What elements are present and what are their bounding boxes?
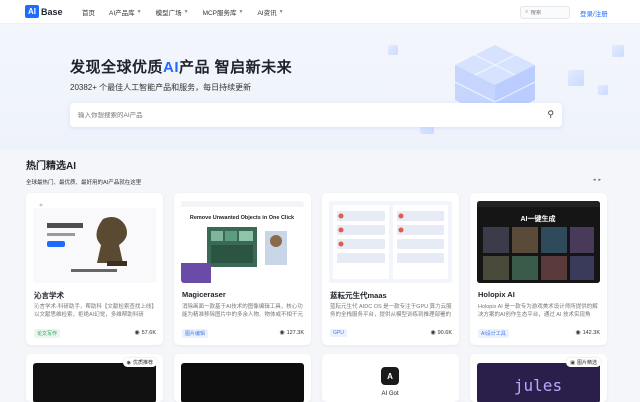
product-card[interactable]: A AI Got [322,354,459,402]
chevron-left-icon[interactable]: ◂ [593,177,596,183]
chevron-right-icon[interactable]: ▸ [599,177,602,183]
decor-cube [612,45,624,57]
thumb-title: Remove Unwanted Objects in One Click [190,215,295,221]
decor-cube [388,45,398,55]
hero-search-box: ⚲ [70,103,562,127]
card-name: Magiceraser [182,290,226,299]
nav-link-products[interactable]: AI产品库 ▼ [109,7,142,17]
svg-text:A: A [387,372,393,381]
product-card[interactable]: ◉ 优质推荐 [26,354,163,402]
thumbnail-art: jules [477,363,600,402]
eye-icon: ◉ [134,330,140,336]
card-tag[interactable]: 论文写作 [34,329,61,338]
nav-link-mcp[interactable]: MCP服务库 ▼ [203,7,244,17]
featured-badge: ▣ 图片精选 [566,358,601,367]
card-thumbnail [329,201,452,283]
image-icon: ▣ [570,359,575,366]
eye-icon: ◉ [575,330,581,336]
nav-links: 首页 AI产品库 ▼ 模型广场 ▼ MCP服务库 ▼ AI资讯 ▼ [82,0,298,24]
card-name: 蓝耘元生代maas [330,291,387,300]
card-tag[interactable]: AI设计工具 [478,329,509,338]
search-icon[interactable]: ⚲ [547,109,554,120]
section-subtitle: 全球最热门、最优质、最好用的AI产品就在这里 [26,180,142,186]
hero-title: 发现全球优质AI产品 智启新未来 [70,59,293,76]
eye-icon: ◉ [126,359,131,366]
thumb-title: jules [514,376,562,395]
card-thumbnail: jules [477,363,600,402]
thumbnail-art: A AI Got [381,367,399,397]
card-tag[interactable]: 图片编辑 [182,329,209,338]
search-icon: ⌕ [525,9,529,15]
thumbnail-art: AI一键生成 [477,201,600,283]
section-title: 热门精选AI [26,161,76,172]
card-thumbnail [181,363,304,402]
card-tag[interactable]: GPU [330,329,347,337]
card-name: 沁言学术 [34,291,64,300]
card-views: ◉ 90.6K [430,329,452,337]
product-card[interactable]: Remove Unwanted Objects in One Click Mag… [174,193,311,345]
card-thumbnail: AI一键生成 [477,201,600,283]
nav-link-news[interactable]: AI资讯 ▼ [257,7,283,17]
card-thumbnail: A AI Got [329,363,452,402]
hero: 发现全球优质AI产品 智启新未来 20382+ 个最佳人工智能产品和服务，每日持… [0,25,640,150]
card-desc: 沁言学术-科研助手，帮助科【文献检索查找上线】以文献思维检索，拒绝AI幻觉，多维… [34,304,155,318]
thumbnail-art [329,201,452,283]
product-card[interactable]: AI一键生成 Holopix AI Holopix AI 是一款专为游戏美术设计… [470,193,607,345]
logo[interactable]: AI Base [25,5,63,18]
logo-text: Base [41,6,63,17]
chevron-down-icon: ▼ [136,9,142,15]
card-views: ◉ 57.6K [134,329,156,337]
card-desc: 消除画面一款基于AI技术的图像编辑工具，核心功能为精准移除图片中的多余人物、物体… [182,304,304,318]
nav-search: ⌕ [520,6,570,19]
card-views: ◉ 142.3K [575,329,600,337]
chevron-down-icon: ▼ [278,9,284,15]
card-thumbnail: Remove Unwanted Objects in One Click [181,201,304,283]
card-name: Holopix AI [478,290,515,299]
thumbnail-art: Remove Unwanted Objects in One Click [181,201,304,283]
nav-search-input[interactable] [530,9,569,16]
hero-search-input[interactable] [78,111,528,119]
logo-mark: AI [25,5,39,18]
recommend-badge: ◉ 优质推荐 [122,358,157,367]
card-desc: Holopix AI 是一款专为游戏美术设计师所提供的解决方案的AI创作生态平台… [478,304,598,318]
card-thumbnail [33,201,156,283]
decor-cube [598,85,608,95]
decor-cube [568,70,584,86]
eye-icon: ◉ [279,330,285,336]
thumb-title: AI Got [381,391,398,397]
carousel-arrows: ◂ ▸ [590,175,604,184]
product-card[interactable] [174,354,311,402]
thumbnail-art [33,201,156,283]
top-nav: AI Base 首页 AI产品库 ▼ 模型广场 ▼ MCP服务库 ▼ AI资讯 ▼ ⌕ … [0,0,640,24]
login-button[interactable]: 登录/注册 [580,8,608,18]
chevron-down-icon: ▼ [238,9,244,15]
nav-link-home[interactable]: 首页 [82,7,95,17]
card-thumbnail [33,363,156,402]
cards-row-2: ◉ 优质推荐 A AI Got jules ▣ 图片精选 [26,354,607,402]
nav-link-models[interactable]: 模型广场 ▼ [156,7,189,17]
featured-cards: 沁言学术 沁言学术-科研助手，帮助科【文献检索查找上线】以文献思维检索，拒绝AI… [26,193,607,345]
eye-icon: ◉ [430,330,436,336]
thumb-title: AI一键生成 [521,214,556,223]
product-card[interactable]: 沁言学术 沁言学术-科研助手，帮助科【文献检索查找上线】以文献思维检索，拒绝AI… [26,193,163,345]
hero-subtitle: 20382+ 个最佳人工智能产品和服务，每日持续更新 [70,83,252,92]
chevron-down-icon: ▼ [183,9,189,15]
card-views: ◉ 127.3K [279,329,304,337]
product-card[interactable]: 蓝耘元生代maas 蓝耘元生代 AIDC OS 是一款专注于GPU 算力云服务的… [322,193,459,345]
product-card[interactable]: jules ▣ 图片精选 [470,354,607,402]
card-desc: 蓝耘元生代 AIDC OS 是一款专注于GPU 算力云服务的全栈服务平台，提供从… [330,304,452,318]
